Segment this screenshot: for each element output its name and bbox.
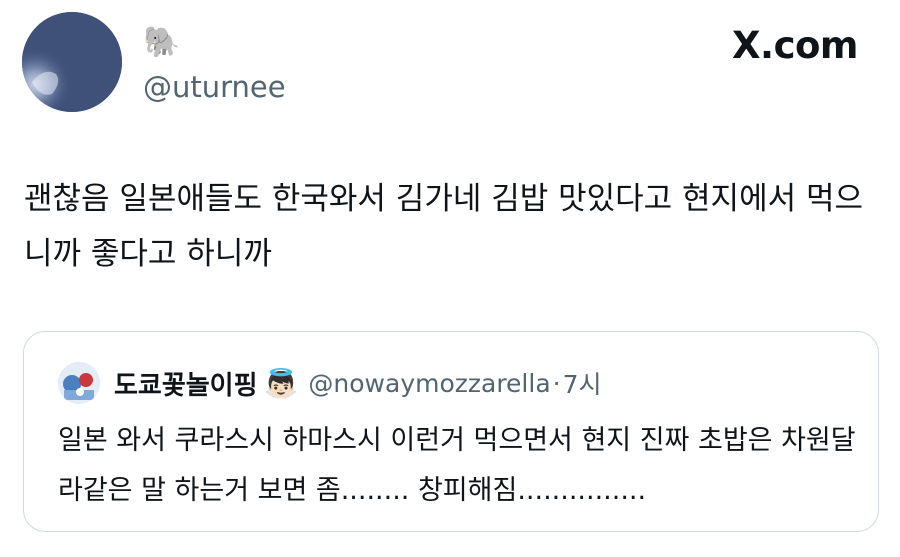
quoted-tweet-header: 도쿄꽃놀이핑 👼🏻 @nowaymozzarella · 7시 [58,358,602,408]
avatar[interactable] [22,12,122,112]
author-display-name[interactable]: 🐘 [143,26,286,60]
quoted-avatar[interactable] [58,362,100,404]
tweet-card: 🐘 @uturnee X.com 괜찮음 일본애들도 한국와서 김가네 김밥 맛… [0,0,900,557]
quoted-timestamp[interactable]: 7시 [563,365,602,401]
quoted-separator: · [552,368,561,398]
quoted-tweet-text: 일본 와서 쿠라스시 하마스시 이런거 먹으면서 현지 진짜 초밥은 차원달라같… [58,425,856,506]
quoted-handle[interactable]: @nowaymozzarella [308,369,550,398]
author-handle[interactable]: @uturnee [143,70,286,104]
x-brand-logo: X.com [732,24,859,67]
tweet-text: 괜찮음 일본애들도 한국와서 김가네 김밥 맛있다고 현지에서 먹으니까 좋다고… [24,181,864,272]
avatar-photo-icon [22,12,122,112]
quoted-avatar-photo-icon [58,362,100,404]
angel-emoji-icon: 👼🏻 [263,366,299,400]
quoted-tweet-card[interactable]: 도쿄꽃놀이핑 👼🏻 @nowaymozzarella · 7시 일본 와서 쿠라… [23,331,879,532]
author-block: 🐘 @uturnee [143,26,286,105]
quoted-display-name[interactable]: 도쿄꽃놀이핑 [114,365,258,402]
